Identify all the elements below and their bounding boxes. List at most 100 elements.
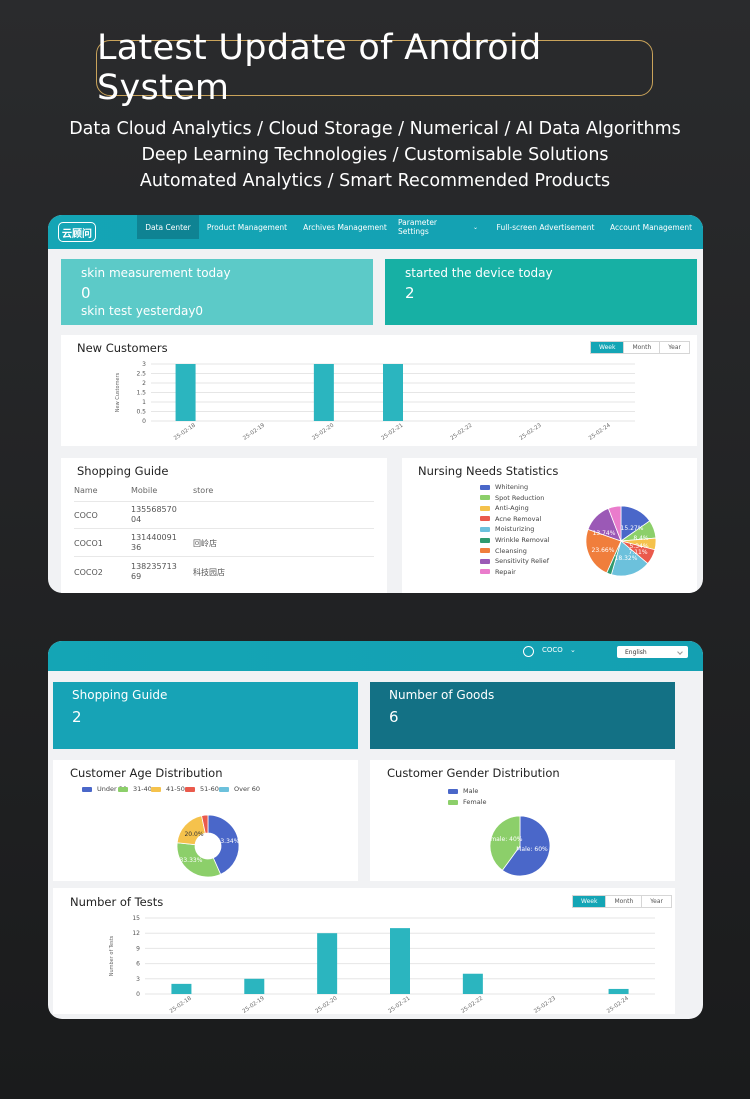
y-tick-label: 3 (136, 976, 140, 983)
stat-sub-label: skin test yesterday0 (81, 304, 204, 318)
nav-parameter-settings[interactable]: Parameter Settings ⌄ (398, 215, 478, 239)
y-tick-label: 12 (132, 930, 140, 937)
stat-value: 2 (72, 708, 82, 726)
top-header-bar: COCO ⌄ English (48, 641, 703, 671)
x-tick-label: 25-02-24 (588, 422, 612, 442)
y-tick-label: 15 (132, 915, 140, 922)
table-cell-store: 科技园店 (193, 568, 225, 577)
divider (74, 528, 374, 529)
customer-gender-card: Customer Gender Distribution Male Female … (370, 760, 675, 881)
nav-fullscreen-advertisement[interactable]: Full-screen Advertisement (493, 215, 598, 239)
y-tick-label: 3 (142, 361, 146, 368)
slice-label: 23.66% (592, 547, 615, 554)
table-cell-name: COCO1 (74, 539, 103, 548)
bar[interactable] (608, 988, 629, 994)
stat-label: Shopping Guide (72, 688, 168, 702)
y-tick-label: 0.5 (136, 409, 146, 416)
bar[interactable] (313, 364, 334, 421)
divider (74, 556, 374, 557)
slice-label: 33.33% (180, 857, 203, 864)
nav-account-management[interactable]: Account Management (606, 215, 696, 239)
column-header-name: Name (74, 486, 98, 495)
nav-archives-management[interactable]: Archives Management (299, 215, 391, 239)
column-header-mobile: Mobile (131, 486, 158, 495)
stat-value: 6 (389, 708, 399, 726)
user-icon (523, 646, 534, 657)
age-donut-chart: 43.34% 33.33% 20.0% (176, 814, 240, 878)
bar[interactable] (383, 364, 403, 421)
stat-card-shopping-guide: Shopping Guide 2 (53, 682, 358, 749)
bar[interactable] (317, 933, 338, 994)
slice-label: Female: 40% (484, 836, 523, 843)
table-cell-name: COCO (74, 511, 98, 520)
nav-product-management[interactable]: Product Management (203, 215, 291, 239)
gender-pie-chart: Male: 60% Female: 40% (484, 815, 551, 877)
slice-label: 8.4% (633, 535, 649, 542)
stat-label: Number of Goods (389, 688, 495, 702)
x-tick-label: 25-02-22 (450, 423, 474, 442)
top-navigation-bar: 云顾问 Data Center Product Management Archi… (48, 215, 703, 249)
x-tick-label: 25-02-19 (242, 995, 266, 1014)
dashboard-panel-2: COCO ⌄ English Shopping Guide 2 Number o… (48, 641, 703, 1019)
stat-card-skin-measurement: skin measurement today 0 skin test yeste… (61, 259, 373, 325)
new-customers-card: New Customers Week Month Year 0 0.5 1 1.5 2 2… (61, 335, 697, 446)
chevron-down-icon: ⌄ (570, 646, 576, 654)
slice-label: 13.74% (593, 530, 616, 537)
x-tick-label: 25-02-23 (533, 995, 557, 1014)
x-tick-label: 25-02-20 (311, 422, 335, 442)
slice-label: Male: 60% (516, 846, 548, 853)
x-tick-label: 25-02-18 (169, 995, 193, 1014)
table-cell-store: 回岭店 (193, 539, 217, 548)
table-cell-mobile: 135568570 04 (131, 505, 177, 524)
shopping-guide-card: Shopping Guide Name Mobile store COCO 13… (61, 458, 387, 593)
slice-label: 20.0% (184, 831, 203, 838)
nursing-needs-card: Nursing Needs Statistics Whitening Spot R… (402, 458, 697, 593)
x-tick-label: 25-02-19 (242, 422, 266, 442)
slice-label: 18.32% (615, 555, 638, 562)
y-axis-label: New Customers (115, 372, 121, 412)
table-cell-mobile: 131440091 36 (131, 533, 177, 552)
y-axis-label: Number of Tests (109, 935, 115, 976)
x-tick-label: 25-02-21 (387, 996, 411, 1014)
bar[interactable] (175, 364, 196, 421)
y-tick-label: 9 (136, 945, 140, 952)
language-select[interactable]: English (617, 646, 688, 658)
number-of-tests-card: Number of Tests Week Month Year 0 3 6 9 12 15… (53, 888, 675, 1014)
user-menu[interactable]: COCO ⌄ (542, 646, 576, 654)
hero-subtitle-line-1: Data Cloud Analytics / Cloud Storage / N… (69, 119, 681, 139)
nursing-needs-pie-chart: 15.27%8.4%5.34%7.11%18.32%23.66%13.74% (585, 505, 657, 577)
y-tick-label: 1 (142, 399, 146, 406)
x-tick-label: 25-02-20 (315, 995, 339, 1014)
bar[interactable] (390, 928, 410, 994)
new-customers-bar-chart: 0 0.5 1 1.5 2 2.5 3 New Customers 25-02-18 25-02-… (115, 361, 635, 442)
stat-label: started the device today (405, 266, 553, 280)
stat-card-number-of-goods: Number of Goods 6 (370, 682, 675, 749)
hero-subtitle-line-3: Automated Analytics / Smart Recommended … (139, 171, 611, 191)
brand-logo[interactable]: 云顾问 (58, 222, 96, 242)
nav-parameter-settings-label: Parameter Settings (398, 218, 438, 236)
bar[interactable] (171, 983, 192, 994)
y-tick-label: 0 (142, 418, 146, 425)
x-tick-label: 25-02-18 (173, 422, 197, 442)
stat-card-device-started: started the device today 2 (385, 259, 697, 325)
dashboard-panel-1: 云顾问 Data Center Product Management Archi… (48, 215, 703, 593)
table-cell-mobile: 138235713 69 (131, 562, 177, 581)
divider (74, 501, 374, 502)
nav-data-center[interactable]: Data Center (137, 215, 199, 239)
stat-value: 0 (81, 284, 91, 302)
x-tick-label: 25-02-23 (519, 422, 543, 442)
bar[interactable] (462, 973, 483, 994)
hero-subtitle-line-2: Deep Learning Technologies / Customisabl… (141, 145, 609, 165)
x-tick-label: 25-02-22 (460, 996, 484, 1014)
bar[interactable] (244, 978, 265, 994)
customer-age-card: Customer Age Distribution Under 30 31-40 4… (53, 760, 358, 881)
stat-value: 2 (405, 284, 415, 302)
y-tick-label: 2.5 (136, 371, 146, 378)
slice-label: 15.27% (621, 525, 644, 532)
user-name: COCO (542, 646, 563, 654)
y-tick-label: 0 (136, 991, 140, 998)
slice-label: 43.34% (217, 838, 240, 845)
table-cell-name: COCO2 (74, 568, 103, 577)
x-tick-label: 25-02-21 (380, 423, 404, 442)
y-tick-label: 6 (136, 961, 140, 968)
